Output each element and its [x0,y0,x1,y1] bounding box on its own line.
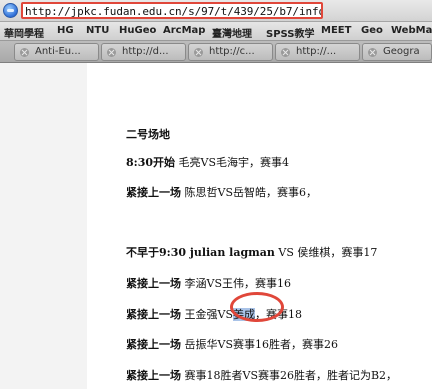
bookmark-item[interactable]: HuGeo [119,25,156,36]
venue-heading: 二号场地 [126,128,170,141]
schedule-time: 8:30开始 [126,156,176,169]
tab-label: Anti-Eu... [35,46,81,57]
schedule-text: 岳振华VS赛事16胜者，赛事26 [184,338,338,351]
left-margin [0,63,87,389]
bookmark-item[interactable]: Geo [361,25,383,36]
address-bar: http://jpkc.fudan.edu.cn/s/97/t/439/25/b… [0,0,432,22]
tab-label: Geogra [383,46,420,57]
schedule-time: 紧接上一场 [126,308,181,321]
tab-label: http://d... [122,46,169,57]
schedule-time: 紧接上一场 [126,338,181,351]
schedule-text: 李涵VS王伟，赛事16 [184,277,291,290]
annotation-circle [230,292,284,322]
bookmark-item[interactable]: SPSS教学 [266,25,315,40]
url-input[interactable]: http://jpkc.fudan.edu.cn/s/97/t/439/25/b… [21,2,323,19]
schedule-text: 赛事18胜者VS赛事26胜者，胜者记为B2， [184,369,398,382]
schedule-line: 8:30开始 毛亮VS毛海宇，赛事4 [126,154,289,170]
browser-tab[interactable]: Anti-Eu... [14,43,99,61]
schedule-text: 毛亮VS毛海宇，赛事4 [178,156,290,169]
schedule-line: 紧接上一场 赛事18胜者VS赛事26胜者，胜者记为B2， [126,367,397,383]
schedule-time: 紧接上一场 [126,186,181,199]
browser-tab[interactable]: http://... [275,43,360,61]
schedule-line: 不早于9:30 julian lagman VS 侯维棋，赛事17 [126,244,377,260]
schedule-text: VS 侯维棋，赛事17 [278,246,378,259]
browser-tab[interactable]: http://c... [188,43,273,61]
schedule-time: 紧接上一场 [126,369,181,382]
browser-tab[interactable]: Geogra [362,43,432,61]
bookmark-item[interactable]: HG [57,25,74,36]
page-content: 二号场地 8:30开始 毛亮VS毛海宇，赛事4 紧接上一场 陈思哲VS岳智皓，赛… [87,63,432,389]
tab-bar: Anti-Eu... http://d... http://c... http:… [0,41,432,63]
bookmark-item[interactable]: 臺灣地理 [212,25,252,40]
close-tab-icon[interactable] [20,48,29,57]
schedule-line: 紧接上一场 陈思哲VS岳智皓，赛事6， [126,184,317,200]
close-tab-icon[interactable] [194,48,203,57]
bookmark-item[interactable]: WebMai [391,25,432,36]
bookmark-item[interactable]: NTU [86,25,109,36]
close-tab-icon[interactable] [281,48,290,57]
schedule-text: 陈思哲VS岳智皓，赛事6， [184,186,317,199]
schedule-text: 王金强VS [184,308,233,321]
bookmark-item[interactable]: 華岡學程 [4,25,44,40]
close-tab-icon[interactable] [107,48,116,57]
schedule-line: 紧接上一场 李涵VS王伟，赛事16 [126,275,291,291]
url-text: http://jpkc.fudan.edu.cn/s/97/t/439/25/b… [25,5,321,18]
schedule-line: 紧接上一场 岳振华VS赛事16胜者，赛事26 [126,336,338,352]
bookmark-item[interactable]: MEET [321,25,351,36]
tab-label: http://c... [209,46,255,57]
tab-label: http://... [296,46,337,57]
close-tab-icon[interactable] [368,48,377,57]
bookmarks-bar: 華岡學程 HG NTU HuGeo ArcMap 臺灣地理 SPSS教学 MEE… [0,22,432,41]
globe-icon [3,3,18,18]
schedule-time: 紧接上一场 [126,277,181,290]
bookmark-item[interactable]: ArcMap [163,25,205,36]
browser-tab[interactable]: http://d... [101,43,186,61]
schedule-time: 不早于9:30 julian lagman [126,246,275,259]
